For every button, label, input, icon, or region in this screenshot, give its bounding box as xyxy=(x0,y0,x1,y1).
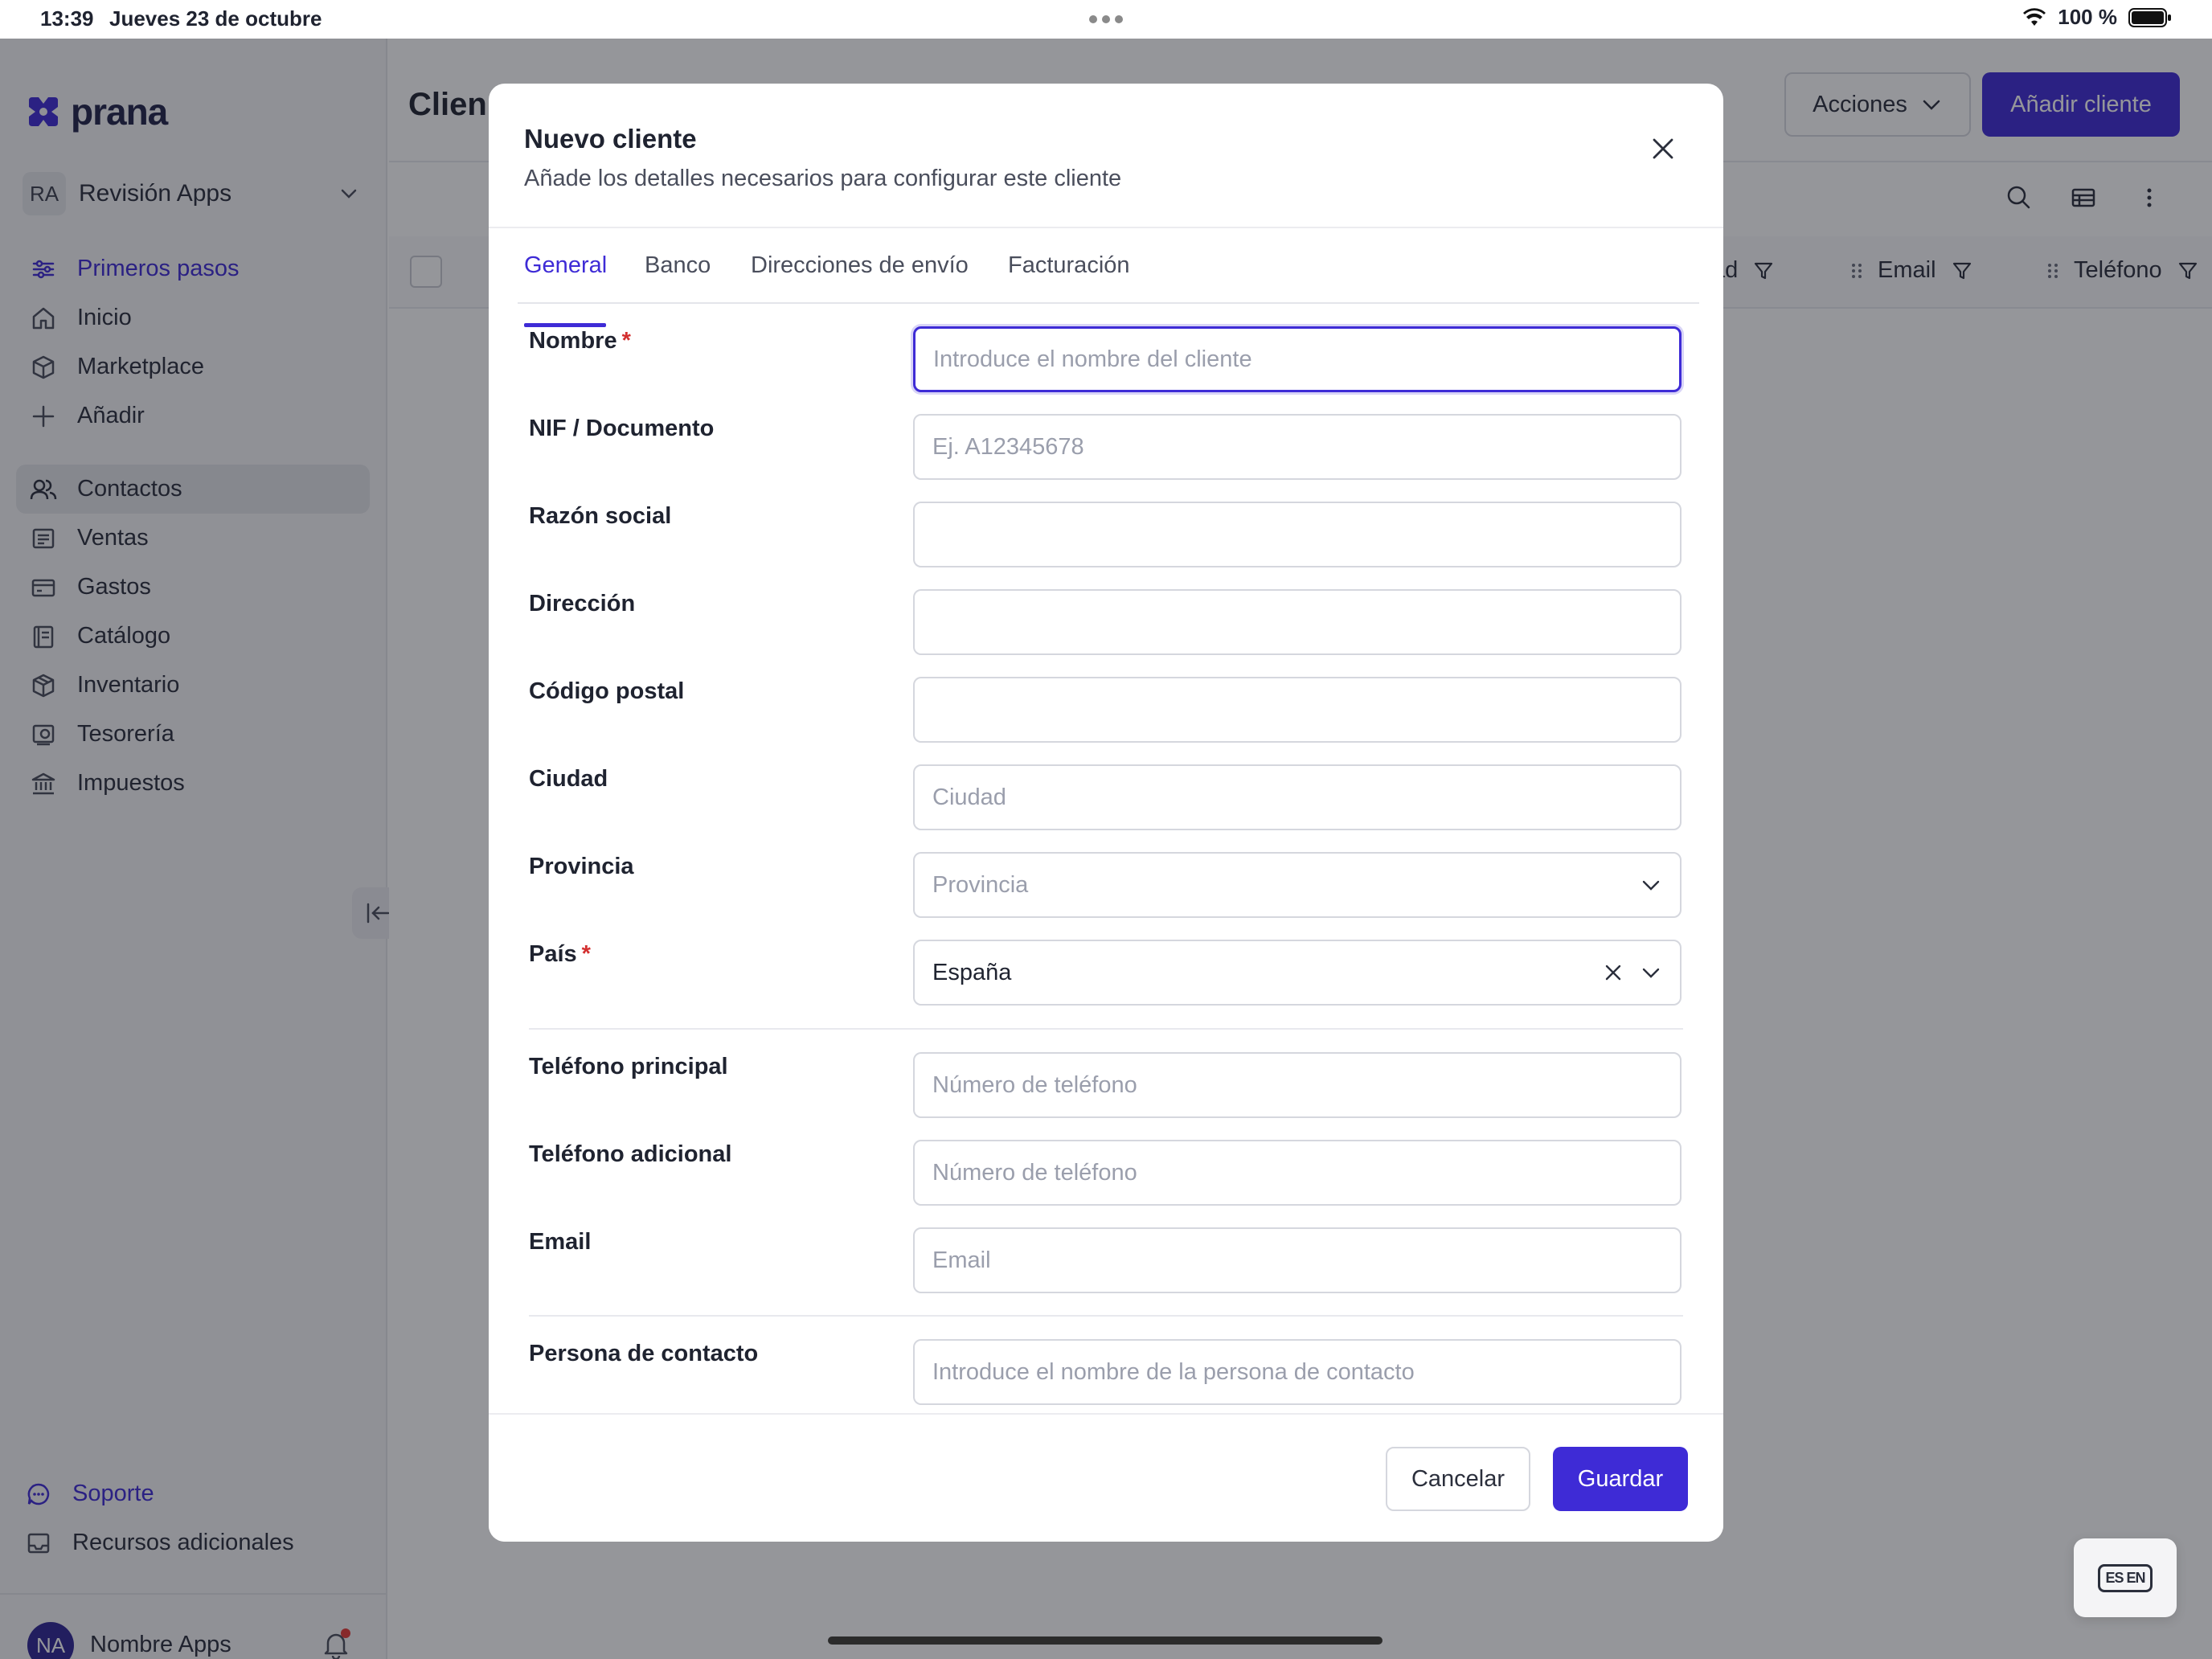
chevron-down-icon xyxy=(1642,880,1660,891)
field-label: Ciudad xyxy=(529,766,608,792)
field-label: NIF / Documento xyxy=(529,416,715,441)
field-label: Provincia xyxy=(529,854,634,879)
required-asterisk: * xyxy=(581,941,591,967)
close-button[interactable] xyxy=(1645,130,1682,167)
status-date: Jueves 23 de octubre xyxy=(109,6,322,31)
tab-banco[interactable]: Banco xyxy=(645,252,711,279)
divider xyxy=(529,1028,1683,1030)
form-row-ciudad: Ciudad xyxy=(489,764,1723,830)
form-row-telefono-adicional: Teléfono adicional xyxy=(489,1140,1723,1206)
tab-direcciones-envio[interactable]: Direcciones de envío xyxy=(751,252,969,279)
field-label: Código postal xyxy=(529,678,685,704)
form-row-nif: NIF / Documento xyxy=(489,414,1723,480)
save-button[interactable]: Guardar xyxy=(1553,1447,1688,1511)
dialog-title: Nuevo cliente xyxy=(524,124,697,154)
clear-icon[interactable] xyxy=(1603,962,1624,983)
field-label: Email xyxy=(529,1229,592,1255)
tab-facturacion[interactable]: Facturación xyxy=(1008,252,1130,279)
status-bar: 13:39 Jueves 23 de octubre 100 % xyxy=(0,0,2212,39)
field-label: Teléfono adicional xyxy=(529,1141,732,1167)
email-input[interactable] xyxy=(913,1227,1682,1293)
select-placeholder: Provincia xyxy=(932,871,1029,898)
form-row-codigo-postal: Código postal xyxy=(489,677,1723,743)
dialog-subtitle: Añade los detalles necesarios para confi… xyxy=(524,166,1122,191)
field-label: Teléfono principal xyxy=(529,1054,728,1079)
divider xyxy=(529,1315,1683,1317)
select-value: España xyxy=(932,959,1012,985)
field-label: País * xyxy=(529,941,591,967)
multitasking-dots-icon[interactable] xyxy=(1088,14,1124,24)
razon-social-input[interactable] xyxy=(913,502,1682,567)
home-indicator[interactable] xyxy=(828,1636,1382,1645)
required-asterisk: * xyxy=(621,328,631,354)
dialog-tabs: General Banco Direcciones de envío Factu… xyxy=(518,228,1699,327)
nombre-input[interactable] xyxy=(913,326,1682,392)
form-row-direccion: Dirección xyxy=(489,589,1723,655)
battery-percent: 100 % xyxy=(2058,5,2117,29)
form-row-provincia: Provincia Provincia xyxy=(489,852,1723,918)
client-form: Nombre* NIF / Documento Razón social Dir… xyxy=(489,305,1723,1413)
battery-icon xyxy=(2128,7,2171,27)
field-label: Persona de contacto xyxy=(529,1341,759,1366)
telefono-principal-input[interactable] xyxy=(913,1052,1682,1118)
close-icon xyxy=(1653,138,1673,159)
form-row-razon-social: Razón social xyxy=(489,502,1723,567)
new-client-dialog: Nuevo cliente Añade los detalles necesar… xyxy=(489,84,1723,1542)
field-label: Nombre * xyxy=(529,328,631,354)
persona-contacto-input[interactable] xyxy=(913,1339,1682,1405)
form-row-nombre: Nombre * xyxy=(489,326,1723,392)
codigo-postal-input[interactable] xyxy=(913,677,1682,743)
pais-select[interactable]: España xyxy=(913,940,1682,1006)
provincia-select[interactable]: Provincia xyxy=(913,852,1682,918)
field-label: Dirección xyxy=(529,591,636,616)
wifi-icon xyxy=(2023,7,2046,26)
form-row-persona-contacto: Persona de contacto xyxy=(489,1339,1723,1405)
language-toggle-button[interactable]: ES EN xyxy=(2074,1538,2177,1617)
telefono-adicional-input[interactable] xyxy=(913,1140,1682,1206)
form-row-telefono-principal: Teléfono principal xyxy=(489,1052,1723,1118)
direccion-input[interactable] xyxy=(913,589,1682,655)
chevron-down-icon xyxy=(1642,968,1660,978)
nif-input[interactable] xyxy=(913,414,1682,480)
tab-general[interactable]: General xyxy=(524,252,608,327)
dialog-footer: Cancelar Guardar xyxy=(489,1413,1723,1542)
tab-label: General xyxy=(524,252,608,278)
language-toggle-label: ES EN xyxy=(2098,1563,2153,1592)
ciudad-input[interactable] xyxy=(913,764,1682,830)
status-time: 13:39 xyxy=(40,6,94,31)
form-row-email: Email xyxy=(489,1227,1723,1293)
form-row-pais: País * España xyxy=(489,940,1723,1006)
field-label: Razón social xyxy=(529,503,672,529)
cancel-button[interactable]: Cancelar xyxy=(1386,1447,1530,1511)
